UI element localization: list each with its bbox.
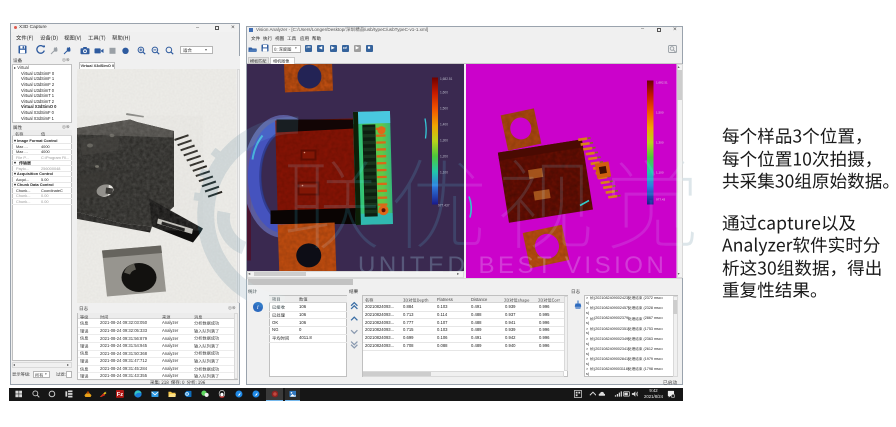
svg-text:UNITED BEST VISION: UNITED BEST VISION — [358, 252, 667, 279]
